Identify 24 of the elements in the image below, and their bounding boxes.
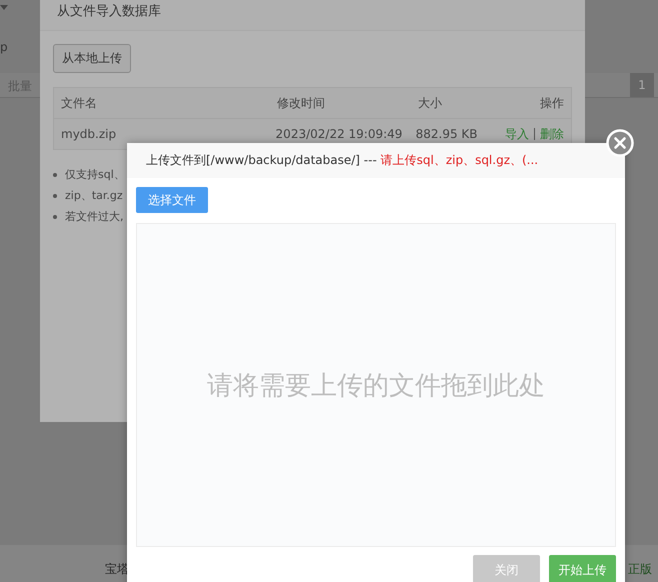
drop-zone[interactable]: 请将需要上传的文件拖到此处 bbox=[136, 223, 616, 547]
footer-link[interactable]: 正版 bbox=[628, 561, 652, 578]
dialog-title: 上传文件到[/www/backup/database/] --- 请上传sql、zip、sql.gz、(... bbox=[127, 143, 625, 178]
caret-icon bbox=[0, 5, 8, 10]
row-text: p bbox=[0, 40, 8, 54]
column-header: 文件名 bbox=[61, 94, 98, 112]
table-cell-text: 2023/02/22 19:09:49 bbox=[276, 127, 404, 141]
column-header: 操作 bbox=[539, 94, 564, 112]
close-icon[interactable] bbox=[606, 129, 634, 157]
table-cell-text: 882.95 KB bbox=[416, 127, 478, 141]
start-upload-button[interactable]: 开始上传 bbox=[549, 555, 616, 582]
drop-hint: 请将需要上传的文件拖到此处 bbox=[207, 370, 545, 402]
footer-text: 宝塔 bbox=[105, 561, 129, 578]
note-text: zip、tar.gz bbox=[65, 188, 123, 203]
choose-file-button[interactable]: 选择文件 bbox=[136, 187, 208, 213]
column-header: 修改时间 bbox=[277, 94, 326, 112]
note-text: 仅支持sql、 bbox=[65, 167, 125, 182]
action-link[interactable]: 导入 bbox=[504, 126, 529, 142]
pager-button[interactable]: 1 bbox=[630, 73, 654, 97]
table-cell-text: mydb.zip bbox=[61, 127, 118, 141]
upload-button[interactable]: 从本地上传 bbox=[53, 44, 131, 73]
column-header: 大小 bbox=[418, 94, 443, 112]
action-link[interactable]: 删除 bbox=[540, 126, 564, 142]
note-text: 若文件过大, bbox=[65, 209, 124, 224]
